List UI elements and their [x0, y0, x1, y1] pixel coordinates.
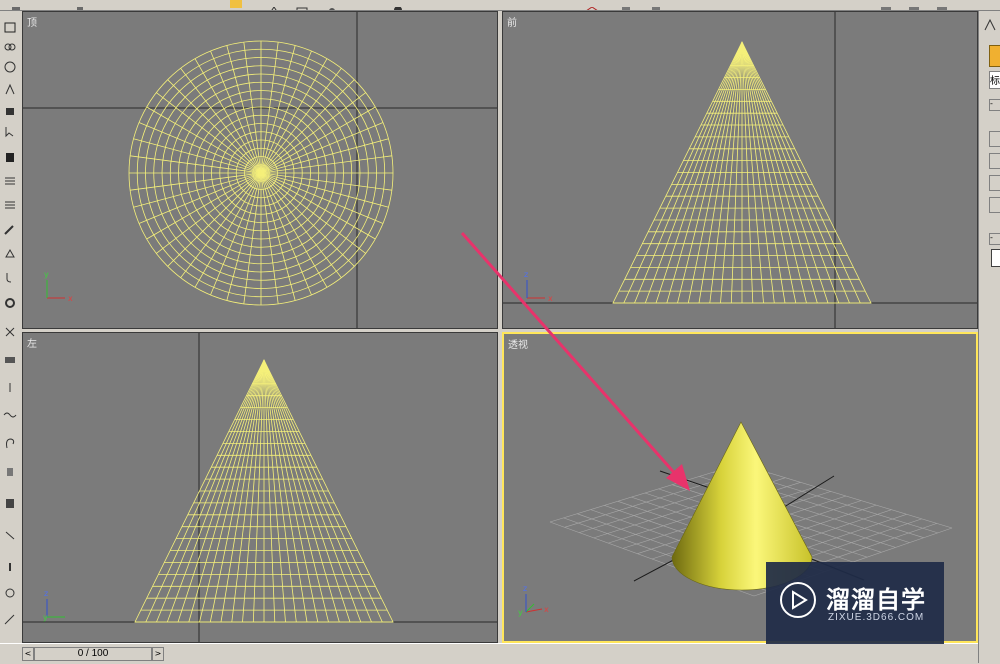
viewport-left[interactable]: y z 左 [22, 332, 498, 643]
left-toolbar [0, 11, 23, 643]
time-slider[interactable]: 0 / 100 [34, 647, 152, 661]
light-icon[interactable] [3, 379, 17, 392]
link-icon[interactable] [3, 39, 17, 52]
axis-z-label: z [44, 589, 48, 598]
axis-z-label: z [523, 584, 527, 593]
layers-icon[interactable] [3, 173, 17, 186]
viewport-top[interactable]: x y 顶 [22, 11, 498, 329]
tools-icon[interactable] [3, 323, 17, 337]
viewport-label[interactable]: 透视 [508, 336, 528, 351]
select-icon[interactable] [3, 123, 17, 138]
timeline-bar: < 0 / 100 > [0, 643, 978, 664]
command-panel: 标 - - [978, 11, 1000, 663]
name-field[interactable] [991, 249, 1000, 267]
viewport-area: x y 顶 x z 前 y z 左 x y z 透视 [22, 11, 978, 643]
select-tool-icon[interactable] [230, 0, 242, 8]
toolbar-icon[interactable] [936, 0, 948, 10]
axis-x-label: x [68, 294, 73, 303]
menu-icon[interactable] [3, 197, 17, 210]
object-type-dropdown[interactable]: 标 [989, 71, 1000, 89]
watermark-subtitle: ZIXUE.3D66.COM [828, 612, 925, 623]
object-button[interactable] [989, 197, 1000, 213]
toolbar-icon[interactable] [74, 0, 86, 10]
main-toolbar: ABC [0, 0, 1000, 11]
toolbar-icon[interactable] [620, 0, 632, 10]
axis-gizmo: x y [44, 270, 73, 303]
camera-icon[interactable] [3, 351, 17, 364]
dock-icon[interactable] [3, 103, 17, 116]
timeline-next-button[interactable]: > [152, 647, 164, 661]
object-button[interactable] [989, 131, 1000, 147]
viewport-label[interactable]: 顶 [27, 14, 37, 29]
front-view-canvas: x z [503, 12, 977, 328]
create-tab-icon[interactable] [983, 17, 997, 31]
ear-icon[interactable] [3, 435, 17, 449]
axis-gizmo: x y z [518, 584, 549, 617]
toolbar-icon[interactable] [326, 0, 338, 10]
circle-icon[interactable] [3, 585, 17, 598]
play-logo-icon [778, 580, 818, 620]
axis-z-label: z [524, 270, 528, 279]
object-button[interactable] [989, 153, 1000, 169]
rollout-collapse-icon[interactable]: - [989, 233, 1000, 245]
object-button[interactable] [989, 175, 1000, 191]
left-view-canvas: y z [23, 333, 497, 642]
toolbar-icon[interactable] [650, 0, 662, 10]
toolbar-icon[interactable] [392, 0, 404, 10]
pencil-icon[interactable] [3, 611, 17, 625]
wrench-icon[interactable] [3, 221, 17, 235]
delete-icon[interactable] [3, 149, 17, 162]
axis-x-label: x [544, 605, 549, 614]
cone-wireframe-top [128, 40, 394, 306]
globe-icon[interactable] [3, 59, 17, 73]
dropdown-label: 标 [990, 76, 1000, 87]
watermark: 溜溜自学 ZIXUE.3D66.COM [766, 562, 944, 644]
brush-icon[interactable] [3, 559, 17, 572]
toolbar-icon[interactable] [586, 0, 598, 10]
axis-x-label: x [548, 294, 553, 303]
wave-icon[interactable] [3, 407, 17, 420]
geometry-icon[interactable] [989, 45, 1000, 67]
axis-y-label: y [518, 608, 523, 617]
rollout-collapse-icon[interactable]: - [989, 99, 1000, 111]
hand-icon[interactable] [3, 463, 17, 476]
cone-wireframe-front [612, 41, 872, 304]
toolbar-icon[interactable] [268, 0, 280, 10]
timeline-prev-button[interactable]: < [22, 647, 34, 661]
gear-icon[interactable] [3, 295, 17, 308]
axis-gizmo: x z [524, 270, 553, 303]
axis-y-label: y [44, 270, 49, 279]
toolbar-icon[interactable] [908, 0, 920, 10]
hook-icon[interactable] [3, 269, 17, 283]
viewport-label[interactable]: 左 [27, 335, 37, 350]
toolbar-icon[interactable] [880, 0, 892, 10]
pin-icon[interactable] [3, 81, 17, 95]
create-icon[interactable] [3, 19, 17, 33]
box-icon[interactable] [3, 495, 17, 508]
top-view-canvas: x y [23, 12, 497, 328]
watermark-title: 溜溜自学 [826, 586, 926, 614]
toolbar-icon[interactable] [10, 0, 22, 10]
lamp-icon[interactable] [3, 245, 17, 258]
axis-gizmo: y z [43, 589, 65, 622]
axis-y-label: y [43, 613, 48, 622]
cut-icon[interactable] [3, 527, 17, 540]
cone-wireframe-left [134, 359, 394, 623]
viewport-label[interactable]: 前 [507, 14, 517, 29]
spelling-icon[interactable]: ABC [738, 0, 750, 8]
toolbar-icon[interactable] [296, 0, 308, 10]
viewport-front[interactable]: x z 前 [502, 11, 978, 329]
